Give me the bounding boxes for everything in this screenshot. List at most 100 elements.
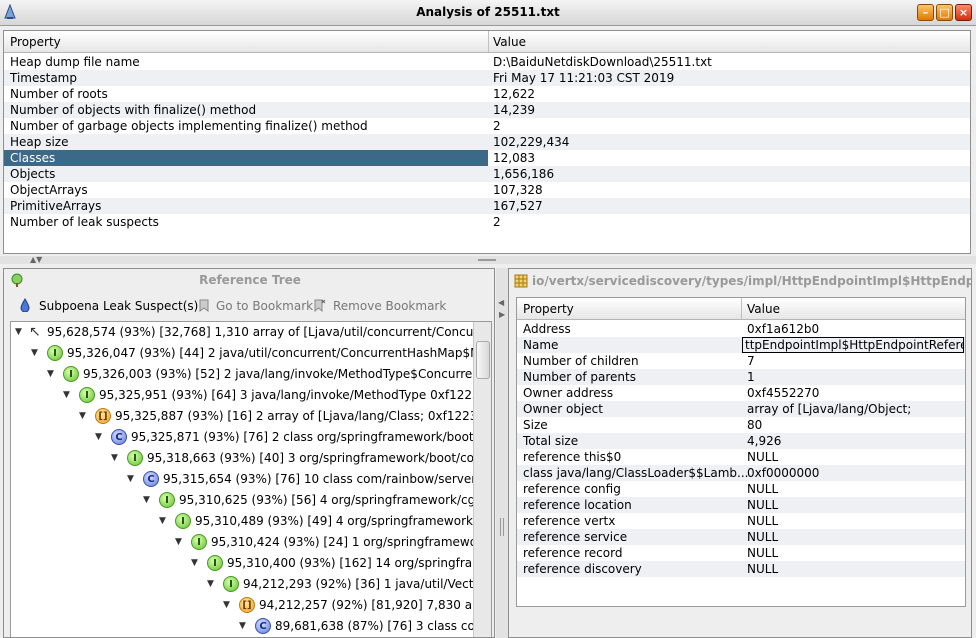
detail-row[interactable]: reference config NULL [517,481,965,497]
tree-node-label: 95,325,871 (93%) [76] 2 class org/spring… [131,430,492,444]
vertical-splitter[interactable]: ◀ ▶ [496,268,508,638]
expand-triangle-icon[interactable]: ▼ [175,532,182,553]
detail-column-header-value[interactable]: Value [747,302,780,316]
summary-row[interactable]: Heap dump file name D:\BaiduNetdiskDownlo… [4,54,970,70]
detail-row[interactable]: Size 80 [517,417,965,433]
tree-node[interactable]: ▼ [] 94,212,257 (92%) [81,920] 7,830 array… [11,595,491,616]
summary-row[interactable]: Timestamp Fri May 17 11:21:03 CST 2019 [4,70,970,86]
expand-triangle-icon[interactable]: ▼ [15,322,22,343]
tree-node[interactable]: ▼ I 95,318,663 (93%) [40] 3 org/springfram… [11,448,491,469]
expand-triangle-icon[interactable]: ▼ [79,406,86,427]
detail-row[interactable]: reference discovery NULL [517,561,965,577]
tree-node[interactable]: ▼ I 95,310,400 (93%) [162] 14 org/springfr… [11,553,491,574]
expand-triangle-icon[interactable]: ▼ [223,595,230,616]
property-cell: PrimitiveArrays [10,199,102,213]
tree-node[interactable]: ▼ I 95,310,625 (93%) [56] 4 org/springfram… [11,490,491,511]
tree-node[interactable]: ▼ C 95,325,871 (93%) [76] 2 class org/spri… [11,427,491,448]
tree-node[interactable]: ▼ I 95,326,003 (93%) [52] 2 java/lang/invo… [11,364,491,385]
detail-row[interactable]: reference record NULL [517,545,965,561]
summary-table-header: Property Value [4,31,970,53]
remove-bookmark-button[interactable]: Remove Bookmark [333,299,446,313]
expand-triangle-icon[interactable]: ▼ [239,616,246,637]
tree-node[interactable]: ▼ C 95,315,654 (93%) [76] 10 class com/rai… [11,469,491,490]
detail-value-cell: 7 [747,354,755,368]
tree-node[interactable]: ▼ [] 95,325,887 (93%) [16] 2 array of [Lja… [11,406,491,427]
tree-node[interactable]: ▼ I 95,325,951 (93%) [64] 3 java/lang/invo… [11,385,491,406]
value-cell: 14,239 [493,103,535,117]
detail-row[interactable]: Name ttpEndpointImpl$HttpEndpointReferenc… [517,337,965,353]
value-cell: 1,656,186 [493,167,555,181]
horizontal-splitter[interactable]: ▲▼ [0,255,976,264]
instance-node-icon: I [207,555,223,571]
summary-row[interactable]: Number of leak suspects 2 [4,214,970,230]
detail-row[interactable]: Owner address 0xf4552270 [517,385,965,401]
expand-triangle-icon[interactable]: ▼ [207,574,214,595]
tree-node[interactable]: ▼ I 95,310,489 (93%) [49] 4 org/springfram… [11,511,491,532]
value-cell: 2 [493,215,501,229]
tree-node[interactable]: ▼ I 94,212,293 (92%) [36] 1 java/util/Vect… [11,574,491,595]
array-node-icon: [] [95,408,111,424]
tree-node[interactable]: ▼ I 95,326,047 (93%) [44] 2 java/util/conc… [11,343,491,364]
detail-value-cell: NULL [747,450,779,464]
detail-row[interactable]: class java/lang/ClassLoader$$Lamb... 0xf0… [517,465,965,481]
expand-triangle-icon[interactable]: ▼ [143,490,150,511]
summary-row[interactable]: PrimitiveArrays 167,527 [4,198,970,214]
close-button[interactable]: × [955,4,972,21]
class-node-icon: C [255,618,271,634]
reference-tree: ▼ ↖ 95,628,574 (93%) [32,768] 1,310 array … [10,321,492,637]
expand-triangle-icon[interactable]: ▼ [47,364,54,385]
tree-node-label: 95,325,951 (93%) [64] 3 java/lang/invoke… [99,388,492,402]
tree-node-label: 95,628,574 (93%) [32,768] 1,310 array of… [47,325,492,339]
detail-row[interactable]: Total size 4,926 [517,433,965,449]
tree-scrollbar-thumb[interactable] [476,341,490,379]
summary-row[interactable]: Number of roots 12,622 [4,86,970,102]
column-header-value[interactable]: Value [493,35,526,49]
detail-row[interactable]: reference location NULL [517,497,965,513]
detail-value-cell: NULL [747,514,779,528]
expand-triangle-icon[interactable]: ▼ [31,343,38,364]
detail-column-header-property[interactable]: Property [523,302,574,316]
property-cell: Objects [10,167,56,181]
summary-row[interactable]: Number of objects with finalize() method… [4,102,970,118]
window-title-bar[interactable]: Analysis of 25511.txt – □ × [0,0,976,26]
expand-triangle-icon[interactable]: ▼ [63,385,70,406]
summary-row[interactable]: ObjectArrays 107,328 [4,182,970,198]
detail-row[interactable]: reference this$0 NULL [517,449,965,465]
detail-property-cell: Number of parents [523,370,636,384]
expand-triangle-icon[interactable]: ▼ [95,427,102,448]
detail-property-cell: Number of children [523,354,639,368]
summary-row[interactable]: Objects 1,656,186 [4,166,970,182]
detail-value-cell: NULL [747,498,779,512]
expand-triangle-icon[interactable]: ▼ [159,511,166,532]
go-to-bookmark-button[interactable]: Go to Bookmark [216,299,313,313]
subpoena-leak-suspects-button[interactable]: Subpoena Leak Suspect(s) [39,299,198,313]
reference-tree-panel: Reference Tree Subpoena Leak Suspect(s) … [3,268,495,638]
tree-node[interactable]: ▼ ↖ 95,628,574 (93%) [32,768] 1,310 array … [11,322,491,343]
detail-row[interactable]: Owner object array of [Ljava/lang/Object; [517,401,965,417]
minimize-button[interactable]: – [917,4,934,21]
vertical-grip-icon [500,518,504,536]
column-header-property[interactable]: Property [10,35,61,49]
detail-value-cell[interactable]: ttpEndpointImpl$HttpEndpointReference [742,337,964,353]
value-cell: D:\BaiduNetdiskDownload\25511.txt [493,55,712,69]
summary-row[interactable]: Classes 12,083 [4,150,970,166]
detail-row[interactable]: reference service NULL [517,529,965,545]
summary-row[interactable]: Number of garbage objects implementing f… [4,118,970,134]
detail-row[interactable]: reference vertx NULL [517,513,965,529]
detail-property-cell: reference location [523,498,632,512]
maximize-button[interactable]: □ [936,4,953,21]
grid-icon [514,274,528,288]
expand-triangle-icon[interactable]: ▼ [191,553,198,574]
detail-row[interactable]: Address 0xf1a612b0 [517,321,965,337]
expand-triangle-icon[interactable]: ▼ [127,469,134,490]
tree-node[interactable]: ▼ I 95,310,424 (93%) [24] 1 org/springfram… [11,532,491,553]
reference-tree-toolbar: Subpoena Leak Suspect(s) Go to Bookmark … [4,296,494,316]
expand-triangle-icon[interactable]: ▼ [111,448,118,469]
tree-vertical-scrollbar[interactable] [473,322,491,637]
tree-node[interactable]: ▼ C 89,681,638 (87%) [76] 3 class com/ra [11,616,491,637]
detail-row[interactable]: Number of parents 1 [517,369,965,385]
detail-value-cell: 0xf0000000 [747,466,820,480]
detail-row[interactable]: Number of children 7 [517,353,965,369]
droplet-icon [20,298,30,312]
summary-row[interactable]: Heap size 102,229,434 [4,134,970,150]
